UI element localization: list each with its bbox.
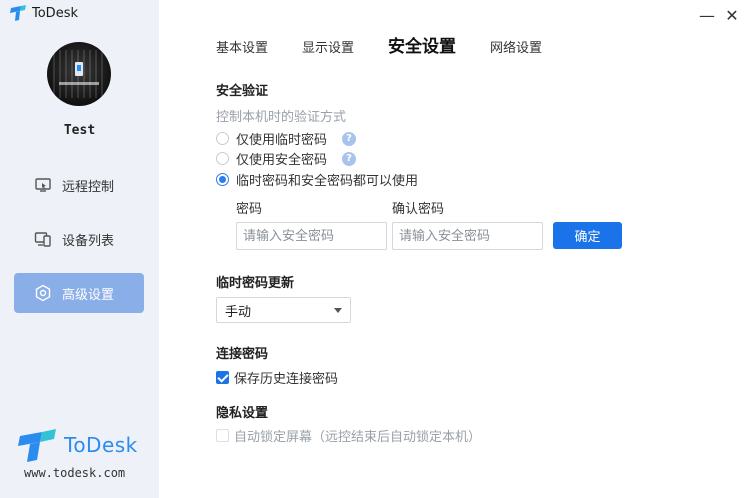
sidebar-item-advanced-settings[interactable]: 高级设置 [14, 273, 144, 313]
save-history-checkbox-row[interactable]: 保存历史连接密码 [216, 368, 338, 387]
radio-label: 仅使用临时密码 [236, 133, 328, 148]
confirm-password-label: 确认密码 [392, 202, 445, 217]
device-list-icon [34, 230, 52, 248]
security-section-title: 安全验证 [216, 84, 269, 99]
app-title-text: ToDesk [32, 5, 78, 21]
todesk-logo-icon [10, 5, 26, 21]
app-title: ToDesk [10, 5, 78, 21]
radio-button[interactable] [216, 173, 229, 186]
radio-temp-only[interactable]: 仅使用临时密码 ? [216, 129, 357, 148]
sidebar-item-device-list[interactable]: 设备列表 [14, 219, 144, 259]
confirm-button[interactable]: 确定 [553, 222, 622, 249]
checkbox-label: 保存历史连接密码 [234, 372, 339, 387]
sidebar: ToDesk Test 远程控制 设备列表 高级设置 ToDesk www.to… [0, 0, 159, 498]
todesk-brand-icon [18, 429, 56, 462]
sidebar-item-label: 远程控制 [62, 179, 115, 195]
tab-display[interactable]: 显示设置 [302, 37, 354, 56]
temp-password-section-title: 临时密码更新 [216, 276, 295, 291]
checkbox-label: 自动锁定屏幕（远控结束后自动锁定本机） [234, 430, 482, 445]
tab-security[interactable]: 安全设置 [388, 32, 456, 57]
avatar[interactable] [47, 42, 111, 106]
username: Test [63, 123, 96, 138]
radio-both[interactable]: 临时密码和安全密码都可以使用 [216, 170, 418, 189]
connect-password-section-title: 连接密码 [216, 347, 269, 362]
brand-logo: ToDesk [18, 428, 138, 462]
tab-basic[interactable]: 基本设置 [216, 37, 268, 56]
privacy-section-title: 隐私设置 [216, 406, 269, 421]
brand-url: www.todesk.com [24, 466, 126, 480]
password-label: 密码 [236, 202, 263, 217]
radio-label: 临时密码和安全密码都可以使用 [236, 174, 419, 189]
help-icon[interactable]: ? [342, 131, 357, 146]
password-input[interactable] [236, 222, 387, 250]
settings-icon [34, 284, 52, 302]
tab-network[interactable]: 网络设置 [490, 37, 542, 56]
help-icon[interactable]: ? [342, 151, 357, 166]
remote-control-icon [34, 176, 52, 194]
auto-lock-checkbox[interactable] [216, 429, 229, 442]
confirm-password-input[interactable] [392, 222, 543, 250]
chevron-down-icon [334, 307, 342, 313]
radio-button[interactable] [216, 132, 229, 145]
radio-label: 仅使用安全密码 [236, 153, 328, 168]
security-subtitle: 控制本机时的验证方式 [216, 110, 347, 125]
radio-button[interactable] [216, 152, 229, 165]
sidebar-item-label: 设备列表 [62, 233, 115, 249]
radio-secure-only[interactable]: 仅使用安全密码 ? [216, 149, 357, 168]
temp-password-update-select[interactable]: 手动 [216, 297, 351, 323]
brand-name: ToDesk [64, 433, 138, 457]
select-value: 手动 [225, 304, 252, 320]
minimize-button[interactable]: — [697, 6, 717, 25]
close-button[interactable]: ✕ [722, 6, 742, 25]
settings-tabs: 基本设置 显示设置 安全设置 网络设置 [216, 32, 576, 57]
auto-lock-checkbox-row[interactable]: 自动锁定屏幕（远控结束后自动锁定本机） [216, 426, 481, 445]
sidebar-item-label: 高级设置 [62, 287, 115, 303]
save-history-checkbox[interactable] [216, 371, 229, 384]
sidebar-item-remote-control[interactable]: 远程控制 [14, 165, 144, 205]
